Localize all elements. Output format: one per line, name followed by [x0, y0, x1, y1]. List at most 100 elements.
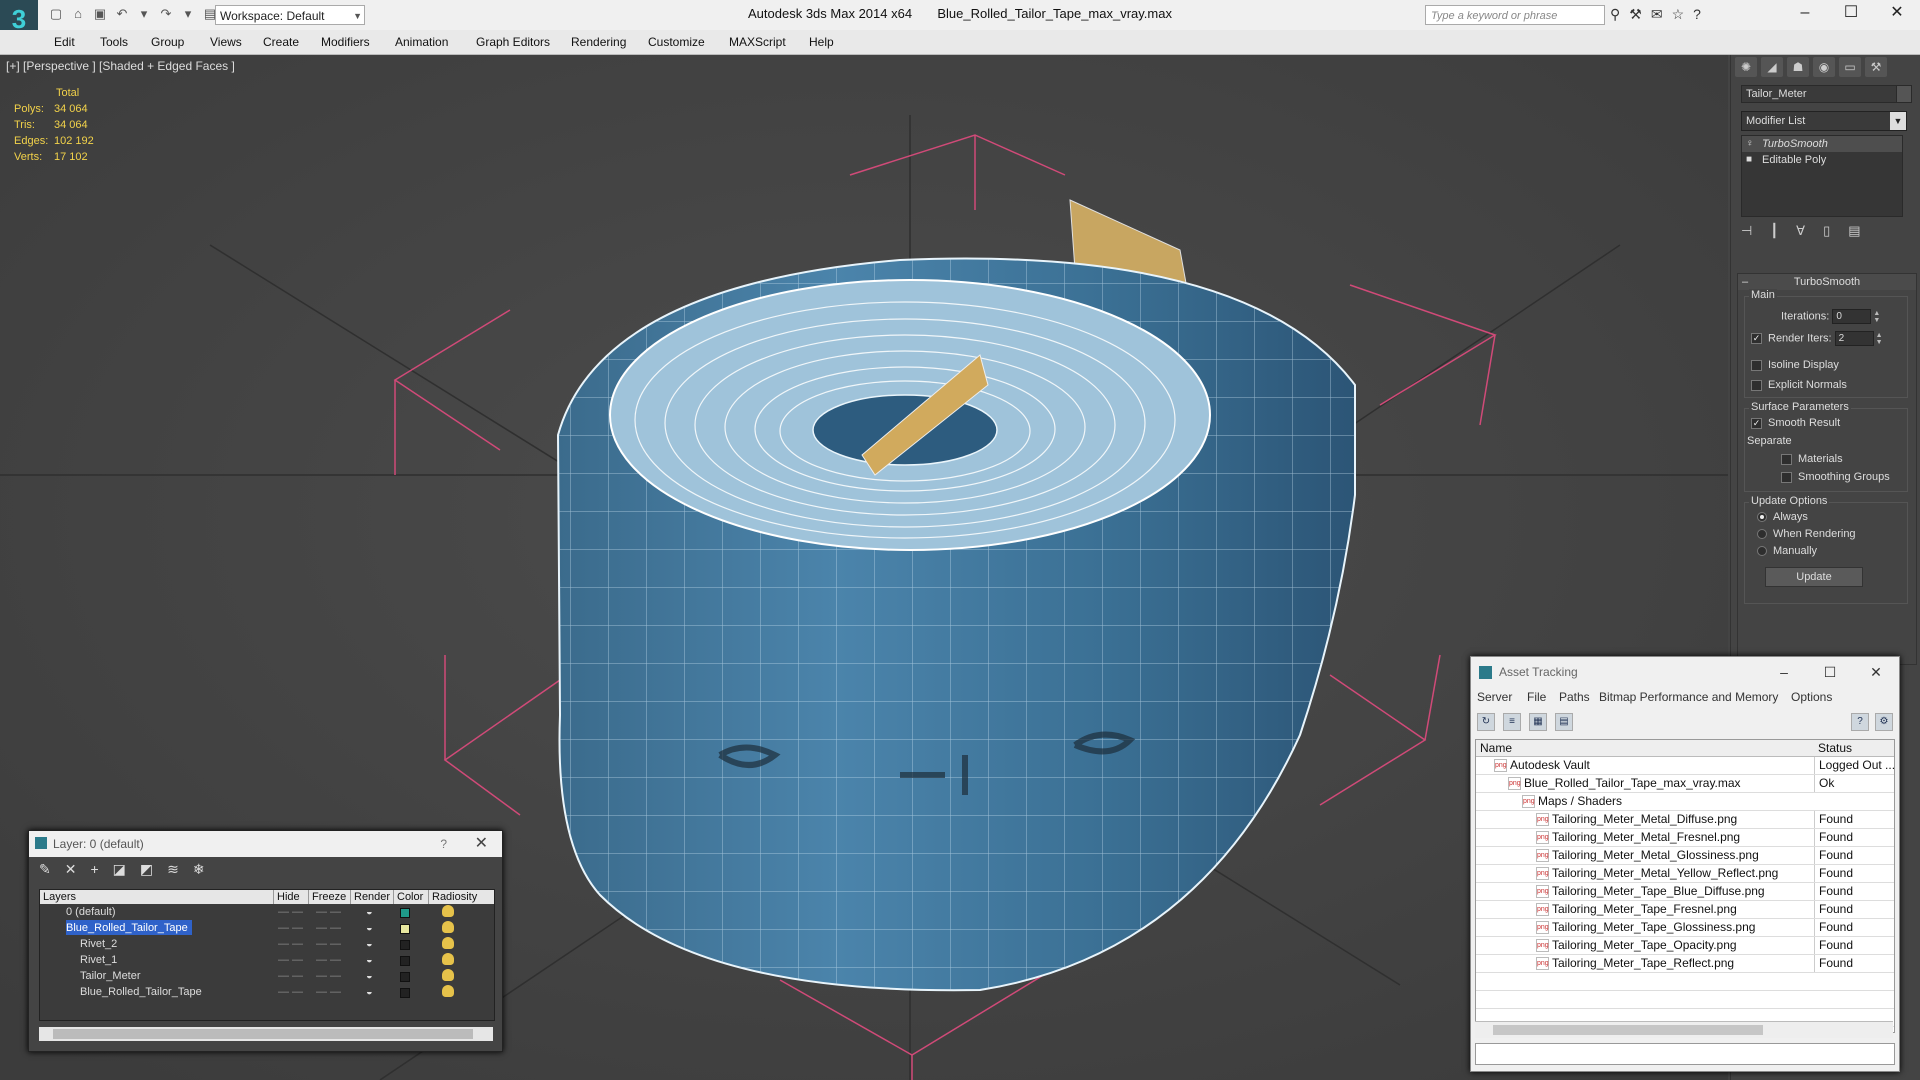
radiosity-icon[interactable]	[442, 953, 454, 965]
new-layer-icon[interactable]: ✎	[39, 861, 51, 879]
layer-row[interactable]: Tailor_Meter — — — — ◒	[40, 968, 494, 984]
isoline-display-checkbox[interactable]: Isoline Display	[1751, 359, 1839, 371]
highlight-layer-icon[interactable]: ◩	[140, 861, 153, 879]
close-icon[interactable]: ✕	[475, 831, 488, 857]
delete-layer-icon[interactable]: ✕	[65, 861, 77, 879]
help-icon[interactable]: ?	[1693, 6, 1701, 23]
asset-row[interactable]: png Tailoring_Meter_Metal_Yellow_Reflect.…	[1476, 865, 1894, 883]
thumbnail-view-icon[interactable]: ▦	[1529, 713, 1547, 731]
freeze-all-layers-icon[interactable]: ❄	[193, 861, 205, 879]
layer-row[interactable]: Blue_Rolled_Tailor_Tape — — — — ◒	[40, 984, 494, 1000]
stack-item-editable-poly[interactable]: ■ Editable Poly	[1742, 152, 1902, 168]
asset-row[interactable]: png Tailoring_Meter_Tape_Opacity.png Found	[1476, 937, 1894, 955]
subscription-icon[interactable]: ⚒	[1629, 6, 1642, 23]
update-button[interactable]: Update	[1765, 567, 1863, 587]
layer-name[interactable]: Rivet_1	[80, 952, 121, 967]
render-teapot-icon[interactable]: ◒	[366, 920, 373, 936]
hide-toggle[interactable]: — —	[278, 968, 303, 984]
asset-menu-server[interactable]: Server	[1477, 690, 1512, 704]
minimize-icon[interactable]: –	[1782, 0, 1828, 28]
freeze-toggle[interactable]: — —	[316, 936, 341, 952]
scroll-thumb[interactable]	[53, 1029, 473, 1039]
asset-row[interactable]: png Tailoring_Meter_Tape_Glossiness.png Fo…	[1476, 919, 1894, 937]
table-view-icon[interactable]: ▤	[1555, 713, 1573, 731]
object-color-swatch[interactable]	[1896, 85, 1912, 103]
materials-checkbox[interactable]: Materials	[1781, 453, 1843, 465]
hide-toggle[interactable]: — —	[278, 920, 303, 936]
asset-window-titlebar[interactable]: Asset Tracking – ☐ ✕	[1471, 657, 1899, 687]
select-in-layer-icon[interactable]: ◪	[113, 861, 126, 879]
rollout-title[interactable]: – TurboSmooth	[1738, 274, 1916, 290]
binoculars-icon[interactable]: ⚲	[1610, 6, 1620, 23]
remove-modifier-icon[interactable]: ▯	[1823, 223, 1830, 239]
hide-all-layers-icon[interactable]: ≋	[167, 861, 179, 879]
create-tab-icon[interactable]: ✺	[1735, 57, 1757, 77]
settings-icon[interactable]: ⚙	[1875, 713, 1893, 731]
minimize-icon[interactable]: –	[1761, 657, 1807, 687]
render-teapot-icon[interactable]: ◒	[366, 968, 373, 984]
freeze-toggle[interactable]: — —	[316, 904, 341, 920]
communication-icon[interactable]: ✉	[1651, 6, 1663, 23]
menu-rendering[interactable]: Rendering	[571, 35, 626, 49]
asset-row[interactable]: png Tailoring_Meter_Tape_Reflect.png Found	[1476, 955, 1894, 973]
asset-row[interactable]: png Tailoring_Meter_Metal_Glossiness.png F…	[1476, 847, 1894, 865]
expand-icon[interactable]: ■	[1746, 152, 1752, 168]
radiosity-icon[interactable]	[442, 985, 454, 997]
hierarchy-tab-icon[interactable]: ☗	[1787, 57, 1809, 77]
display-tab-icon[interactable]: ▭	[1839, 57, 1861, 77]
layer-row[interactable]: Rivet_1 — — — — ◒	[40, 952, 494, 968]
configure-sets-icon[interactable]: ▤	[1848, 223, 1860, 239]
motion-tab-icon[interactable]: ◉	[1813, 57, 1835, 77]
layer-color-swatch[interactable]	[400, 908, 410, 918]
radiosity-icon[interactable]	[442, 969, 454, 981]
layer-row[interactable]: Blue_Rolled_Tailor_Tape — — — — ◒	[40, 920, 494, 936]
manually-radio[interactable]: Manually	[1757, 545, 1817, 557]
layer-color-swatch[interactable]	[400, 956, 410, 966]
asset-row[interactable]: png Tailoring_Meter_Tape_Fresnel.png Found	[1476, 901, 1894, 919]
layer-name[interactable]: Tailor_Meter	[80, 968, 145, 983]
hide-toggle[interactable]: — —	[278, 984, 303, 1000]
menu-maxscript[interactable]: MAXScript	[729, 35, 786, 49]
layer-name[interactable]: Blue_Rolled_Tailor_Tape	[80, 984, 206, 999]
radiosity-icon[interactable]	[442, 921, 454, 933]
layer-color-swatch[interactable]	[400, 940, 410, 950]
modify-tab-icon[interactable]: ◢	[1761, 57, 1783, 77]
menu-animation[interactable]: Animation	[395, 35, 448, 49]
layer-row[interactable]: Rivet_2 — — — — ◒	[40, 936, 494, 952]
favorites-star-icon[interactable]: ☆	[1672, 6, 1685, 23]
when-rendering-radio[interactable]: When Rendering	[1757, 528, 1856, 540]
menu-create[interactable]: Create	[263, 35, 299, 49]
asset-row[interactable]: png Tailoring_Meter_Metal_Fresnel.png Foun…	[1476, 829, 1894, 847]
maximize-icon[interactable]: ☐	[1828, 0, 1874, 28]
pin-stack-icon[interactable]: ⊣	[1741, 223, 1752, 239]
freeze-toggle[interactable]: — —	[316, 984, 341, 1000]
menu-graph-editors[interactable]: Graph Editors	[476, 35, 550, 49]
layer-scrollbar[interactable]	[39, 1027, 493, 1041]
help-icon[interactable]: ?	[440, 831, 447, 857]
freeze-toggle[interactable]: — —	[316, 968, 341, 984]
hide-toggle[interactable]: — —	[278, 904, 303, 920]
asset-menu-file[interactable]: File	[1527, 690, 1546, 704]
asset-scrollbar[interactable]	[1475, 1021, 1893, 1038]
menu-tools[interactable]: Tools	[100, 35, 128, 49]
object-name-field[interactable]: Tailor_Meter	[1741, 85, 1897, 103]
close-icon[interactable]: ✕	[1874, 0, 1920, 28]
menu-group[interactable]: Group	[151, 35, 184, 49]
close-icon[interactable]: ✕	[1853, 657, 1899, 687]
add-to-layer-icon[interactable]: +	[90, 861, 98, 879]
layer-window-titlebar[interactable]: Layer: 0 (default) ? ✕	[29, 831, 502, 857]
explicit-normals-checkbox[interactable]: Explicit Normals	[1751, 379, 1847, 391]
refresh-icon[interactable]: ↻	[1477, 713, 1495, 731]
lightbulb-icon[interactable]: ♀	[1746, 136, 1754, 152]
hide-toggle[interactable]: — —	[278, 952, 303, 968]
always-radio[interactable]: Always	[1757, 511, 1808, 523]
menu-edit[interactable]: Edit	[54, 35, 75, 49]
asset-row[interactable]: png Blue_Rolled_Tailor_Tape_max_vray.max O…	[1476, 775, 1894, 793]
menu-views[interactable]: Views	[210, 35, 242, 49]
layer-name[interactable]: Rivet_2	[80, 936, 121, 951]
render-teapot-icon[interactable]: ◒	[366, 984, 373, 1000]
asset-row[interactable]: png Maps / Shaders	[1476, 793, 1894, 811]
asset-row[interactable]: png Tailoring_Meter_Metal_Diffuse.png Foun…	[1476, 811, 1894, 829]
iterations-spinner[interactable]: Iterations: 0 ▲ ▼	[1781, 309, 1880, 324]
menu-help[interactable]: Help	[809, 35, 834, 49]
